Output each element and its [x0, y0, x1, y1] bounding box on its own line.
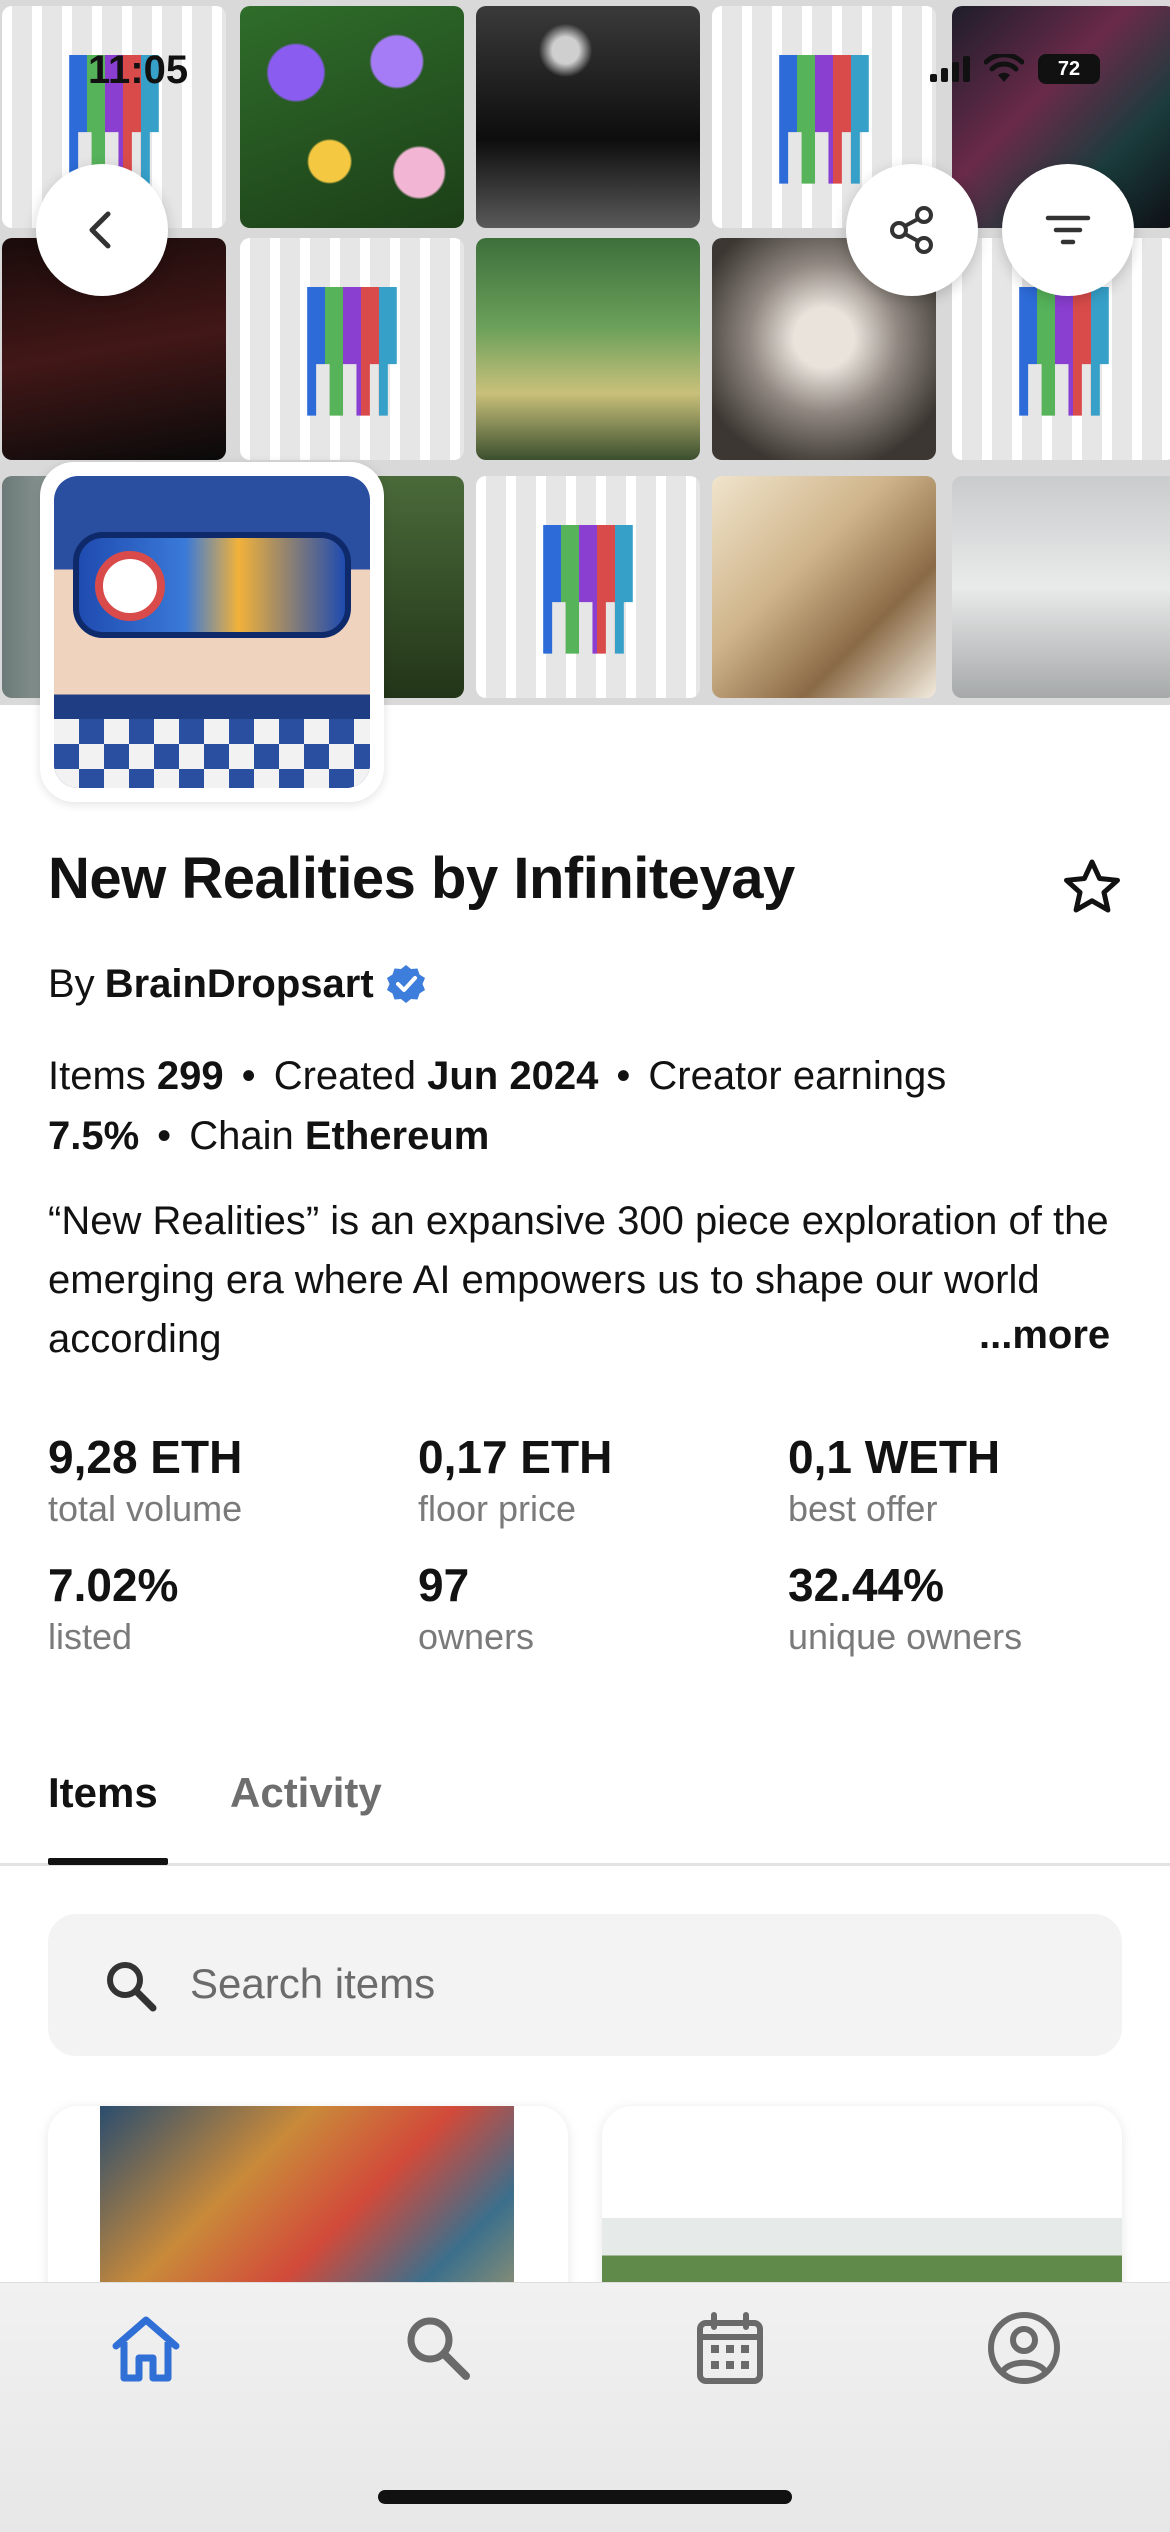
nav-home[interactable] [96, 2298, 196, 2398]
share-icon [890, 206, 933, 254]
stat-total-volume: 9,28 ETH total volume [48, 1428, 418, 1532]
star-icon [1064, 859, 1120, 913]
stat-value: 9,28 ETH [48, 1431, 243, 1483]
created-value: Jun 2024 [427, 1054, 599, 1098]
items-value: 299 [156, 1054, 224, 1098]
nav-calendar[interactable] [680, 2298, 780, 2398]
banner-artwork [712, 476, 936, 698]
creator-earnings-value: 7.5% [48, 1114, 140, 1158]
banner-artwork [952, 476, 1170, 698]
avatar-checker-pattern [54, 719, 370, 788]
banner-artwork [240, 238, 464, 460]
more-link[interactable]: ...more [975, 1313, 1111, 1358]
wifi-icon [984, 54, 1024, 82]
stat-floor-price: 0,17 ETH floor price [418, 1428, 788, 1532]
items-label: Items [48, 1054, 146, 1098]
nav-search[interactable] [388, 2298, 488, 2398]
stat-label: listed [48, 1616, 133, 1657]
chain-label: Chain [189, 1114, 294, 1158]
stat-value: 97 [418, 1559, 470, 1611]
share-button[interactable] [846, 164, 978, 296]
tab-items[interactable]: Items [48, 1762, 158, 1866]
creator-byline: By BrainDropsart [48, 962, 428, 1007]
collection-avatar-frame [40, 462, 384, 802]
back-button[interactable] [36, 164, 168, 296]
search-icon [407, 2317, 470, 2380]
tab-activity[interactable]: Activity [230, 1762, 382, 1866]
stat-value: 0,17 ETH [418, 1431, 613, 1483]
cellular-signal-icon [930, 56, 970, 82]
search-bar[interactable] [48, 1914, 1122, 2056]
favorite-button[interactable] [1062, 858, 1122, 921]
collection-avatar [54, 476, 370, 788]
chain-value: Ethereum [304, 1114, 490, 1158]
status-bar: 11:05 72 [0, 0, 1170, 140]
verified-badge-icon [386, 964, 425, 1003]
stat-value: 0,1 WETH [788, 1431, 1001, 1483]
collection-meta: Items 299 • Created Jun 2024 • Creator earni… [48, 1054, 947, 1158]
creator-earnings-label: Creator earnings [648, 1054, 947, 1098]
stat-label: owners [418, 1616, 535, 1657]
stat-value: 32.44% [788, 1559, 945, 1611]
created-label: Created [273, 1054, 416, 1098]
home-indicator [378, 2490, 792, 2504]
avatar-eye [95, 550, 166, 621]
search-icon [107, 1962, 157, 2012]
collection-tabs: Items Activity [0, 1762, 1170, 1866]
stat-listed: 7.02% listed [48, 1556, 418, 1660]
filter-button[interactable] [1002, 164, 1134, 296]
profile-icon [988, 2312, 1060, 2384]
by-prefix: By [48, 962, 95, 1006]
status-indicators: 72 [930, 54, 1100, 84]
creator-name[interactable]: BrainDropsart [105, 962, 374, 1007]
nav-profile[interactable] [974, 2298, 1074, 2398]
active-tab-indicator [48, 1858, 168, 1865]
stat-best-offer: 0,1 WETH best offer [788, 1428, 1138, 1532]
stat-label: unique owners [788, 1616, 1023, 1657]
stat-label: floor price [418, 1488, 577, 1529]
home-icon [112, 2316, 180, 2382]
filter-icon [1045, 215, 1091, 245]
calendar-icon [697, 2312, 763, 2384]
banner-artwork [476, 238, 700, 460]
stat-unique-owners: 32.44% unique owners [788, 1556, 1138, 1660]
stat-label: best offer [788, 1488, 938, 1529]
search-input[interactable] [190, 1944, 1070, 2024]
stat-value: 7.02% [48, 1559, 179, 1611]
stats-grid: 9,28 ETH total volume 0,17 ETH floor pri… [48, 1428, 1138, 1660]
battery-icon: 72 [1038, 54, 1100, 84]
description-fade [880, 1310, 980, 1370]
banner-artwork [476, 476, 700, 698]
status-time: 11:05 [88, 48, 189, 92]
stat-owners: 97 owners [418, 1556, 788, 1660]
chevron-left-icon [89, 211, 111, 249]
stat-label: total volume [48, 1488, 243, 1529]
collection-title: New Realities by Infiniteyay [48, 846, 795, 911]
